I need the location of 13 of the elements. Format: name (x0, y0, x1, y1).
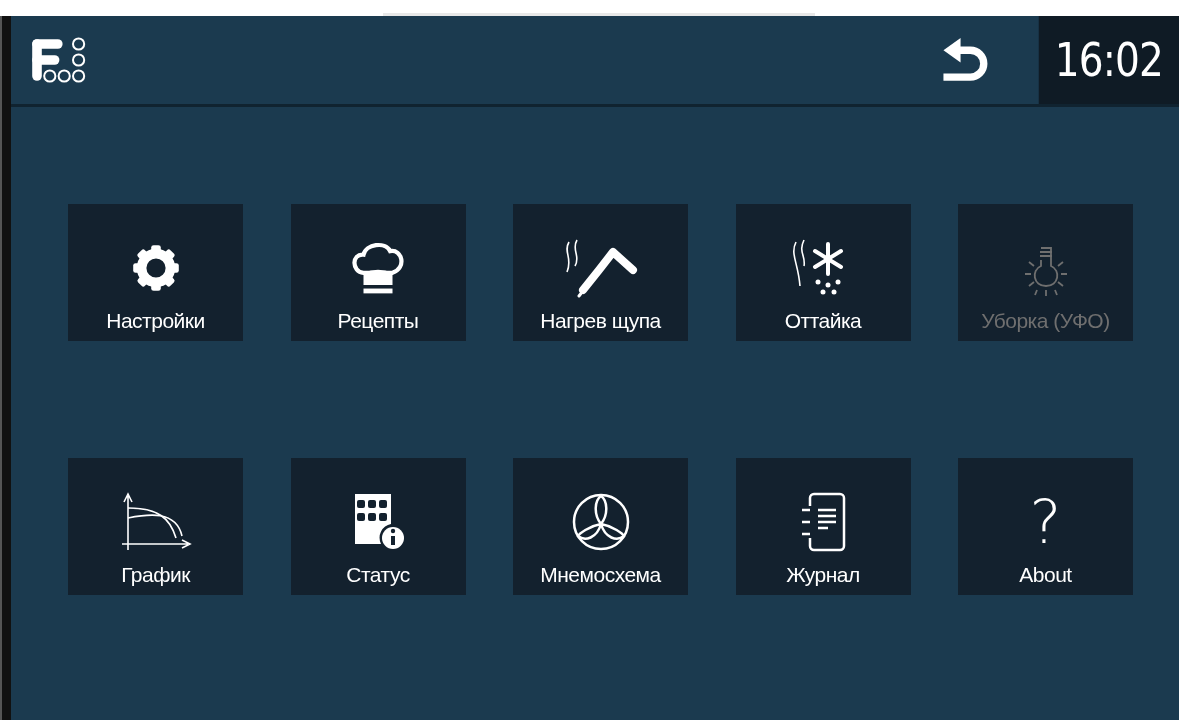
fan-icon (570, 492, 631, 552)
menu-tile[interactable]: ? About (958, 458, 1133, 595)
menu-tile[interactable]: График (68, 458, 243, 595)
gear-icon (131, 244, 180, 292)
menu-tile[interactable]: Оттайка (735, 204, 911, 341)
question-mark-icon: ? (1029, 492, 1062, 552)
menu-tile[interactable]: Мнемосхема (513, 458, 688, 595)
clock-text: 16:02 (1038, 16, 1179, 104)
menu-tile[interactable]: Нагрев щупа (513, 204, 688, 341)
menu-tile[interactable]: Рецепты (290, 204, 466, 341)
menu-tile[interactable]: Журнал (735, 458, 911, 595)
menu-tile[interactable]: Статус (290, 458, 466, 595)
menu-tile[interactable]: Настройки (68, 204, 243, 341)
